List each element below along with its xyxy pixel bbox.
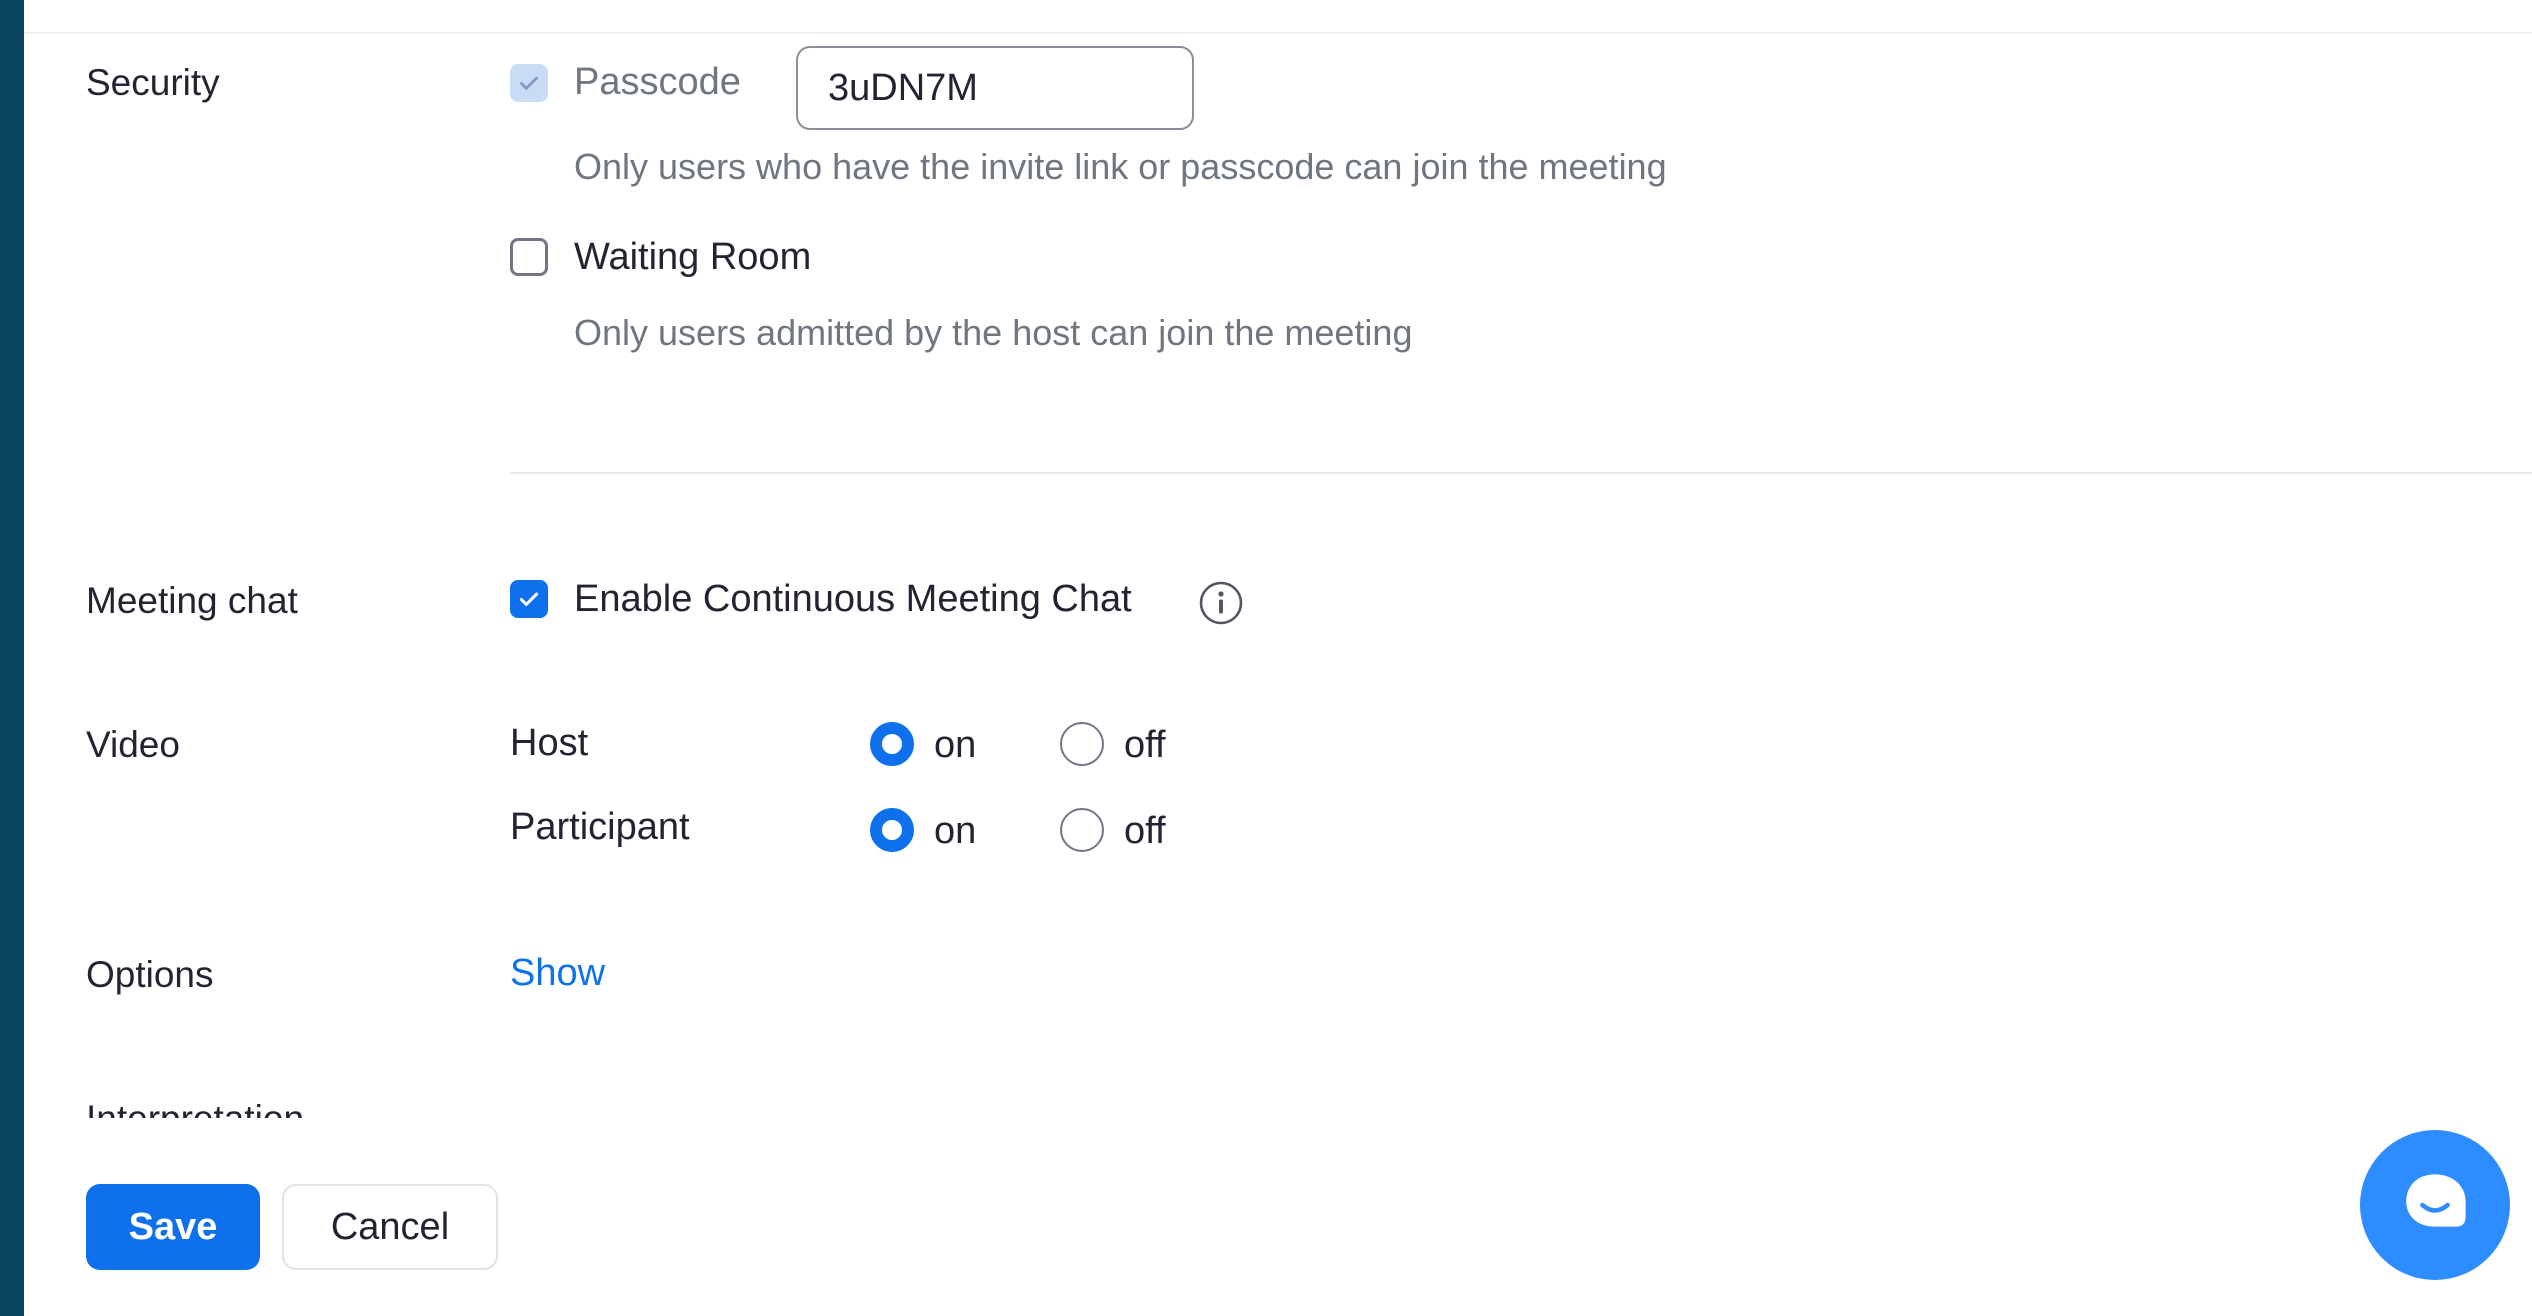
participant-video-on-radio[interactable] (870, 808, 914, 852)
cancel-button[interactable]: Cancel (282, 1184, 498, 1270)
waiting-room-label: Waiting Room (574, 236, 812, 278)
section-divider (510, 472, 2532, 474)
save-button[interactable]: Save (86, 1184, 260, 1270)
host-video-off-label: off (1124, 724, 1166, 766)
interpretation-label: Interpretation (86, 1100, 304, 1118)
options-show-link[interactable]: Show (510, 952, 605, 995)
passcode-input[interactable] (796, 46, 1194, 130)
passcode-label: Passcode (574, 61, 741, 103)
chat-support-button[interactable] (2360, 1130, 2510, 1280)
passcode-hint: Only users who have the invite link or p… (574, 146, 1667, 187)
check-icon (520, 76, 538, 90)
meeting-chat-label: Meeting chat (86, 580, 298, 621)
waiting-room-checkbox[interactable] (510, 238, 548, 276)
passcode-checkbox[interactable] (510, 64, 548, 102)
video-participant-label: Participant (510, 806, 690, 848)
chat-bubble-icon (2406, 1174, 2466, 1227)
continuous-chat-checkbox[interactable] (510, 580, 548, 618)
meeting-settings-panel: Security Passcode Only users who have th… (24, 0, 2532, 1316)
check-icon (519, 592, 539, 606)
host-video-off-radio[interactable] (1060, 722, 1104, 766)
participant-video-off-label: off (1124, 810, 1166, 852)
video-label: Video (86, 724, 180, 765)
info-icon[interactable] (1198, 580, 1244, 626)
participant-video-on-label: on (934, 810, 977, 852)
waiting-room-hint: Only users admitted by the host can join… (574, 312, 1413, 353)
options-label: Options (86, 954, 214, 995)
continuous-chat-label: Enable Continuous Meeting Chat (574, 578, 1132, 620)
video-host-label: Host (510, 722, 589, 764)
top-divider (24, 0, 2532, 34)
security-label: Security (86, 62, 220, 103)
host-video-on-radio[interactable] (870, 722, 914, 766)
participant-video-off-radio[interactable] (1060, 808, 1104, 852)
host-video-on-label: on (934, 724, 977, 766)
